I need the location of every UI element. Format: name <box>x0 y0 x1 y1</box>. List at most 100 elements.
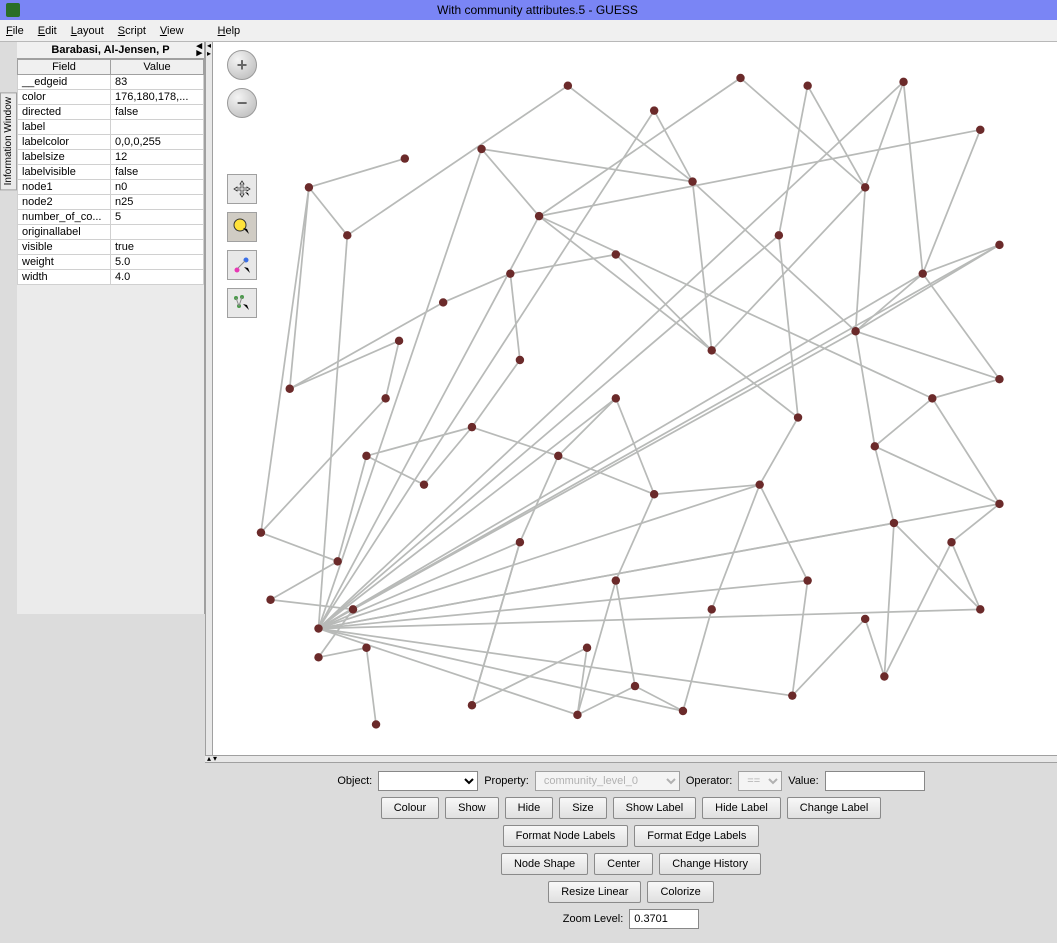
value-cell: false <box>111 105 204 120</box>
network-graph[interactable] <box>213 42 1057 755</box>
pan-tool-button[interactable] <box>227 174 257 204</box>
sidebar: Barabasi, Al-Jensen, P ◂▸ FieldValue __e… <box>17 42 205 614</box>
format-node-labels-button[interactable]: Format Node Labels <box>503 825 629 847</box>
value-cell: false <box>111 165 204 180</box>
object-select[interactable] <box>378 771 478 791</box>
field-cell: color <box>18 90 111 105</box>
field-cell: directed <box>18 105 111 120</box>
menu-bar: File Edit Layout Script View Help <box>0 20 1057 42</box>
resize-linear-button[interactable]: Resize Linear <box>548 881 641 903</box>
col-field[interactable]: Field <box>18 60 111 75</box>
table-row[interactable]: label <box>18 120 204 135</box>
field-cell: number_of_co... <box>18 210 111 225</box>
table-row[interactable]: labelvisiblefalse <box>18 165 204 180</box>
field-cell: visible <box>18 240 111 255</box>
menu-layout[interactable]: Layout <box>71 25 104 37</box>
col-value[interactable]: Value <box>111 60 204 75</box>
field-cell: labelsize <box>18 150 111 165</box>
field-cell: labelvisible <box>18 165 111 180</box>
table-row[interactable]: node2n25 <box>18 195 204 210</box>
graph-canvas[interactable]: + − <box>213 42 1057 755</box>
field-cell: node2 <box>18 195 111 210</box>
node-tool-button[interactable] <box>227 250 257 280</box>
table-row[interactable]: labelcolor0,0,0,255 <box>18 135 204 150</box>
select-tool-button[interactable] <box>227 212 257 242</box>
object-label: Object: <box>337 775 372 787</box>
table-row[interactable]: number_of_co...5 <box>18 210 204 225</box>
split-handle-horizontal[interactable]: ▴▾ <box>205 755 1057 763</box>
table-row[interactable]: weight5.0 <box>18 255 204 270</box>
toolbox: + − <box>227 50 257 318</box>
move-icon <box>232 179 252 199</box>
field-cell: originallabel <box>18 225 111 240</box>
value-cell: 4.0 <box>111 270 204 285</box>
zoom-input[interactable] <box>629 909 699 929</box>
info-window-tab[interactable]: Information Window <box>0 92 17 190</box>
value-label: Value: <box>788 775 818 787</box>
value-cell: 83 <box>111 75 204 90</box>
bottom-panel: Object: Property: community_level_0 Oper… <box>205 763 1057 943</box>
show-button[interactable]: Show <box>445 797 499 819</box>
value-cell: n25 <box>111 195 204 210</box>
sidebar-header: Barabasi, Al-Jensen, P ◂▸ <box>17 42 204 59</box>
center-button[interactable]: Center <box>594 853 653 875</box>
menu-help[interactable]: Help <box>218 25 241 37</box>
table-row[interactable]: directedfalse <box>18 105 204 120</box>
menu-view[interactable]: View <box>160 25 184 37</box>
menu-script[interactable]: Script <box>118 25 146 37</box>
table-row[interactable]: visibletrue <box>18 240 204 255</box>
value-cell: n0 <box>111 180 204 195</box>
value-cell: true <box>111 240 204 255</box>
value-cell: 176,180,178,... <box>111 90 204 105</box>
value-cell: 5 <box>111 210 204 225</box>
edge-icon <box>232 293 252 313</box>
colorize-button[interactable]: Colorize <box>647 881 713 903</box>
table-row[interactable]: labelsize12 <box>18 150 204 165</box>
property-select[interactable]: community_level_0 <box>535 771 680 791</box>
format-edge-labels-button[interactable]: Format Edge Labels <box>634 825 759 847</box>
pointer-icon <box>232 217 252 237</box>
change-label-button[interactable]: Change Label <box>787 797 882 819</box>
property-label: Property: <box>484 775 529 787</box>
menu-edit[interactable]: Edit <box>38 25 57 37</box>
value-cell: 5.0 <box>111 255 204 270</box>
value-cell: 0,0,0,255 <box>111 135 204 150</box>
size-button[interactable]: Size <box>559 797 606 819</box>
value-cell <box>111 225 204 240</box>
operator-select[interactable]: == <box>738 771 782 791</box>
field-cell: label <box>18 120 111 135</box>
table-row[interactable]: color176,180,178,... <box>18 90 204 105</box>
colour-button[interactable]: Colour <box>381 797 439 819</box>
zoom-label: Zoom Level: <box>563 913 624 925</box>
header-arrows[interactable]: ◂▸ <box>196 43 202 57</box>
hide-label-button[interactable]: Hide Label <box>702 797 781 819</box>
table-row[interactable]: node1n0 <box>18 180 204 195</box>
field-cell: node1 <box>18 180 111 195</box>
field-cell: width <box>18 270 111 285</box>
edge-tool-button[interactable] <box>227 288 257 318</box>
app-icon <box>6 3 20 17</box>
zoom-out-button[interactable]: − <box>227 88 257 118</box>
value-cell: 12 <box>111 150 204 165</box>
value-cell <box>111 120 204 135</box>
node-icon <box>232 255 252 275</box>
field-cell: weight <box>18 255 111 270</box>
table-row[interactable]: __edgeid83 <box>18 75 204 90</box>
split-handle-vertical[interactable]: ◂▸ <box>205 42 213 755</box>
property-table: FieldValue __edgeid83color176,180,178,..… <box>17 59 204 285</box>
value-input[interactable] <box>825 771 925 791</box>
node-shape-button[interactable]: Node Shape <box>501 853 588 875</box>
field-cell: __edgeid <box>18 75 111 90</box>
window-title: With community attributes.5 - GUESS <box>24 3 1051 17</box>
title-bar: With community attributes.5 - GUESS <box>0 0 1057 20</box>
show-label-button[interactable]: Show Label <box>613 797 697 819</box>
selection-title: Barabasi, Al-Jensen, P <box>51 44 169 56</box>
field-cell: labelcolor <box>18 135 111 150</box>
operator-label: Operator: <box>686 775 732 787</box>
table-row[interactable]: originallabel <box>18 225 204 240</box>
table-row[interactable]: width4.0 <box>18 270 204 285</box>
hide-button[interactable]: Hide <box>505 797 554 819</box>
change-history-button[interactable]: Change History <box>659 853 761 875</box>
menu-file[interactable]: File <box>6 25 24 37</box>
zoom-in-button[interactable]: + <box>227 50 257 80</box>
